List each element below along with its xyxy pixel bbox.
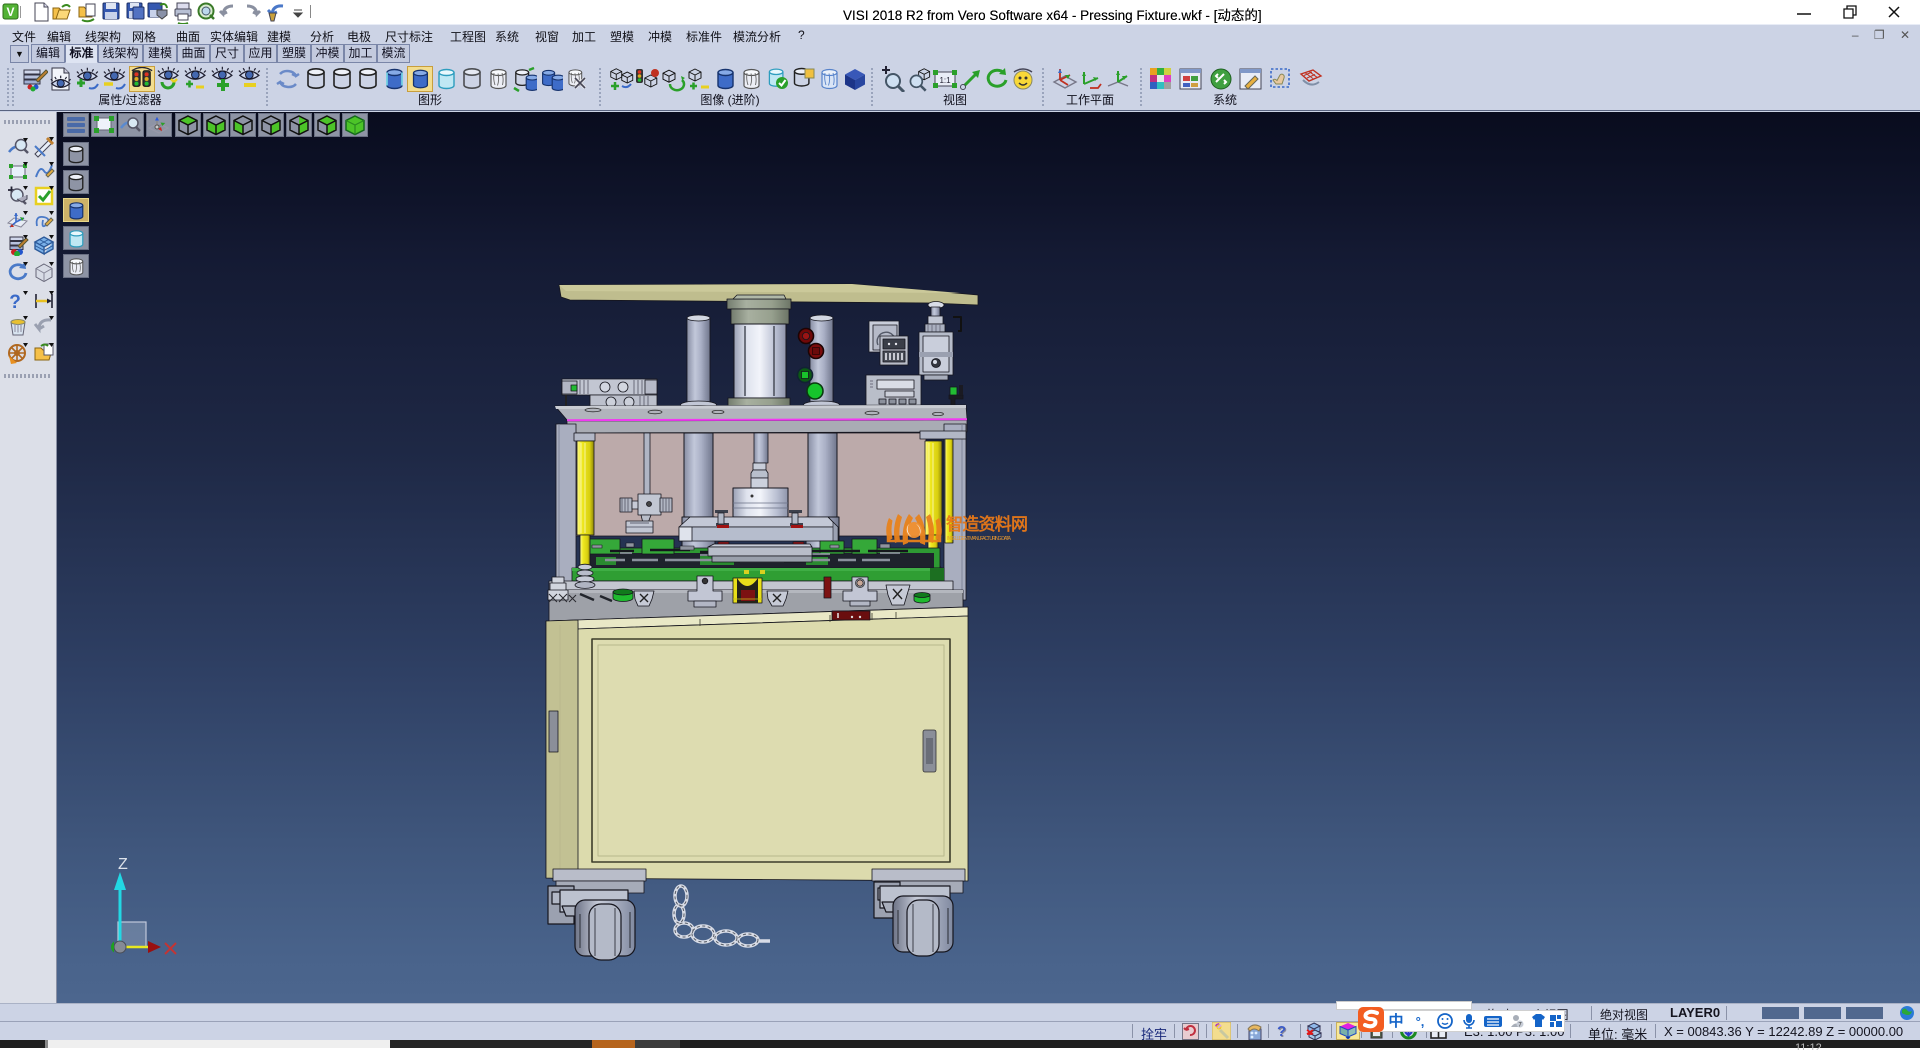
svg-text:Z: Z: [118, 856, 128, 873]
svg-text:?: ?: [9, 292, 21, 312]
svg-text:智造资料网: 智造资料网: [946, 514, 1028, 534]
svg-text:INTELLIGENT MANUFACTURING DATA: INTELLIGENT MANUFACTURING DATA: [947, 536, 1012, 542]
svg-text:中: 中: [1388, 1012, 1403, 1030]
svg-text:V: V: [6, 5, 14, 19]
svg-text:1:1: 1:1: [939, 76, 951, 85]
svg-text:°,: °,: [1416, 1014, 1425, 1029]
